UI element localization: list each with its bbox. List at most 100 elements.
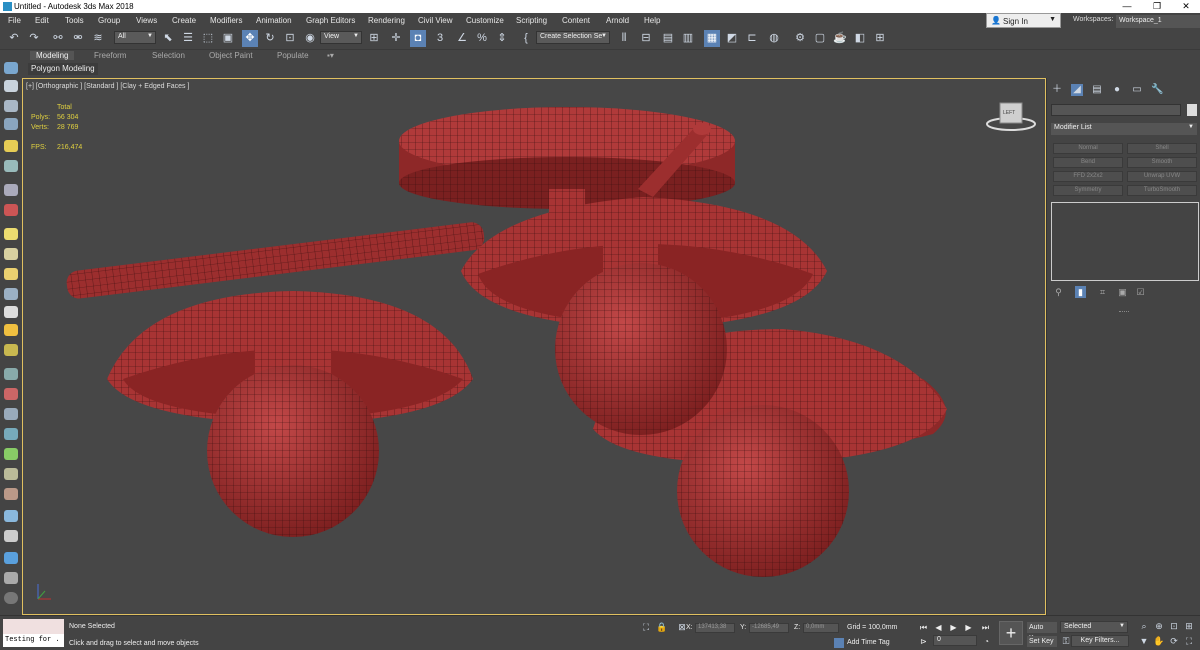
configure-modifier-sets-icon[interactable]: ☑ bbox=[1135, 286, 1146, 298]
foliage-icon[interactable] bbox=[4, 448, 18, 460]
fur-icon[interactable] bbox=[4, 488, 18, 500]
globe-icon[interactable] bbox=[4, 428, 18, 440]
current-frame-field[interactable]: 0 bbox=[933, 635, 977, 646]
rotate-icon[interactable]: ↻ bbox=[262, 30, 278, 47]
y-coordinate-field[interactable]: -12685,49 bbox=[749, 623, 789, 633]
time-config-icon[interactable]: ◔ bbox=[981, 636, 992, 647]
align-icon[interactable]: ⊟ bbox=[638, 30, 654, 47]
curve-editor-icon[interactable]: ◩ bbox=[724, 30, 740, 47]
isolate-selection-icon[interactable]: ⛶ bbox=[640, 621, 652, 633]
light-icon[interactable] bbox=[4, 140, 18, 152]
brush-icon[interactable] bbox=[4, 388, 18, 400]
grid-icon[interactable] bbox=[4, 118, 18, 130]
keyboard-shortcut-override-icon[interactable]: ◘ bbox=[410, 30, 426, 47]
modifier-list-select[interactable]: Modifier List ▼ bbox=[1051, 123, 1197, 135]
tab-selection[interactable]: Selection bbox=[152, 51, 185, 60]
ribbon-panel-polygon-modeling[interactable]: Polygon Modeling bbox=[28, 63, 98, 75]
workspace-select[interactable]: Workspace_1 bbox=[1116, 15, 1200, 28]
help-icon[interactable] bbox=[4, 592, 18, 604]
menu-tools[interactable]: Tools bbox=[65, 16, 84, 25]
menu-customize[interactable]: Customize bbox=[466, 16, 504, 25]
snaps-toggle-icon[interactable]: 3 bbox=[432, 30, 448, 47]
maximize-viewport-icon[interactable]: ⛶ bbox=[1183, 635, 1195, 647]
object-name-field[interactable] bbox=[1051, 104, 1181, 116]
play-icon[interactable]: ▶ bbox=[948, 622, 959, 633]
torus-icon[interactable] bbox=[4, 288, 18, 300]
box-icon[interactable] bbox=[4, 228, 18, 240]
menu-views[interactable]: Views bbox=[136, 16, 157, 25]
viewport-label-menu[interactable]: [+] [Orthographic ] [Standard ] [Clay + … bbox=[26, 83, 189, 90]
reference-coord-select[interactable]: View ▼ bbox=[320, 31, 362, 44]
key-mode-icon[interactable]: ⊳ bbox=[918, 636, 929, 647]
selection-filter-select[interactable]: All ▼ bbox=[114, 31, 156, 44]
material-editor-icon[interactable]: ◍ bbox=[766, 30, 782, 47]
sphere-material-icon[interactable] bbox=[4, 510, 18, 522]
z-coordinate-field[interactable]: 0,0mm bbox=[803, 623, 839, 633]
ribbon-options-icon[interactable]: ▪▾ bbox=[327, 51, 334, 60]
named-selection-set-select[interactable]: Create Selection Se ▼ bbox=[536, 31, 610, 44]
menu-graph-editors[interactable]: Graph Editors bbox=[306, 16, 355, 25]
hair-icon[interactable] bbox=[4, 468, 18, 480]
utilities-tab-icon[interactable]: 🔧 bbox=[1151, 84, 1163, 96]
window-crossing-icon[interactable]: ▣ bbox=[220, 30, 236, 47]
place-icon[interactable]: ◉ bbox=[302, 30, 318, 47]
show-end-result-icon[interactable]: ▮ bbox=[1075, 286, 1086, 298]
sign-in-dropdown[interactable]: 👤 Sign In ▼ bbox=[986, 13, 1061, 28]
percent-snap-icon[interactable]: % bbox=[474, 30, 490, 47]
zoom-icon[interactable]: ⌕ bbox=[1138, 620, 1150, 632]
zoom-extents-all-icon[interactable]: ⊞ bbox=[1183, 620, 1195, 632]
menu-rendering[interactable]: Rendering bbox=[368, 16, 405, 25]
pan-icon[interactable]: ✋ bbox=[1153, 635, 1165, 647]
viewport-layout-icon[interactable] bbox=[4, 62, 18, 74]
hemisphere-icon[interactable] bbox=[4, 248, 18, 260]
bind-spacewarp-icon[interactable]: ≋ bbox=[90, 30, 106, 47]
undo-icon[interactable]: ↶ bbox=[6, 30, 22, 47]
modifier-shell-button[interactable]: Shell bbox=[1127, 143, 1197, 154]
remove-modifier-icon[interactable]: ▣ bbox=[1117, 286, 1128, 298]
menu-modifiers[interactable]: Modifiers bbox=[210, 16, 242, 25]
modifier-bend-button[interactable]: Bend bbox=[1053, 157, 1123, 168]
key-selection-select[interactable]: Selected ▼ bbox=[1060, 621, 1128, 633]
list-icon[interactable] bbox=[4, 100, 18, 112]
goto-end-icon[interactable]: ⏭ bbox=[980, 622, 991, 633]
layer-explorer-icon[interactable]: ▥ bbox=[680, 30, 696, 47]
redo-icon[interactable]: ↷ bbox=[26, 30, 42, 47]
previous-frame-icon[interactable]: ◀ bbox=[933, 622, 944, 633]
menu-scripting[interactable]: Scripting bbox=[516, 16, 547, 25]
select-object-icon[interactable]: ⬉ bbox=[160, 30, 176, 47]
menu-help[interactable]: Help bbox=[644, 16, 660, 25]
cone-icon[interactable] bbox=[4, 306, 18, 318]
hierarchy-tab-icon[interactable]: ▤ bbox=[1091, 84, 1103, 96]
modifier-normal-button[interactable]: Normal bbox=[1053, 143, 1123, 154]
render-setup-icon[interactable]: ⚙ bbox=[792, 30, 808, 47]
panel-resize-grip[interactable] bbox=[1119, 311, 1129, 312]
script-icon[interactable] bbox=[4, 572, 18, 584]
modifier-smooth-button[interactable]: Smooth bbox=[1127, 157, 1197, 168]
camera-icon[interactable] bbox=[4, 160, 18, 172]
spinner-snap-icon[interactable]: ⇕ bbox=[494, 30, 510, 47]
modifier-stack[interactable] bbox=[1051, 202, 1199, 281]
scene-render[interactable] bbox=[23, 79, 1046, 615]
render-production-icon[interactable]: ☕ bbox=[832, 30, 848, 47]
auto-key-button[interactable]: Auto Key bbox=[1027, 622, 1057, 642]
x-coordinate-field[interactable]: 137413,38 bbox=[695, 623, 735, 633]
set-key-big-icon[interactable]: + bbox=[999, 621, 1023, 645]
toggle-icon[interactable] bbox=[4, 552, 18, 564]
menu-content[interactable]: Content bbox=[562, 16, 590, 25]
tab-populate[interactable]: Populate bbox=[277, 51, 309, 60]
menu-create[interactable]: Create bbox=[172, 16, 196, 25]
ribbon-toggle-icon[interactable]: ▦ bbox=[704, 30, 720, 47]
render-cloud-icon[interactable]: ⊞ bbox=[872, 30, 888, 47]
object-color-swatch[interactable] bbox=[1187, 104, 1197, 116]
maximize-button[interactable]: ❐ bbox=[1143, 0, 1171, 13]
viewport-perspective[interactable]: [+] [Orthographic ] [Standard ] [Clay + … bbox=[22, 78, 1046, 615]
modifier-ffd-button[interactable]: FFD 2x2x2 bbox=[1053, 171, 1123, 182]
select-manipulate-icon[interactable]: ✛ bbox=[388, 30, 404, 47]
minimize-button[interactable]: — bbox=[1113, 0, 1141, 13]
scale-icon[interactable]: ⊡ bbox=[282, 30, 298, 47]
unlink-icon[interactable]: ⚮ bbox=[70, 30, 86, 47]
add-time-tag[interactable]: Add Time Tag bbox=[847, 639, 890, 646]
key-filters-button[interactable]: Key Filters... bbox=[1071, 635, 1129, 647]
viewcube[interactable] bbox=[986, 102, 1036, 131]
close-button[interactable]: ✕ bbox=[1172, 0, 1200, 13]
